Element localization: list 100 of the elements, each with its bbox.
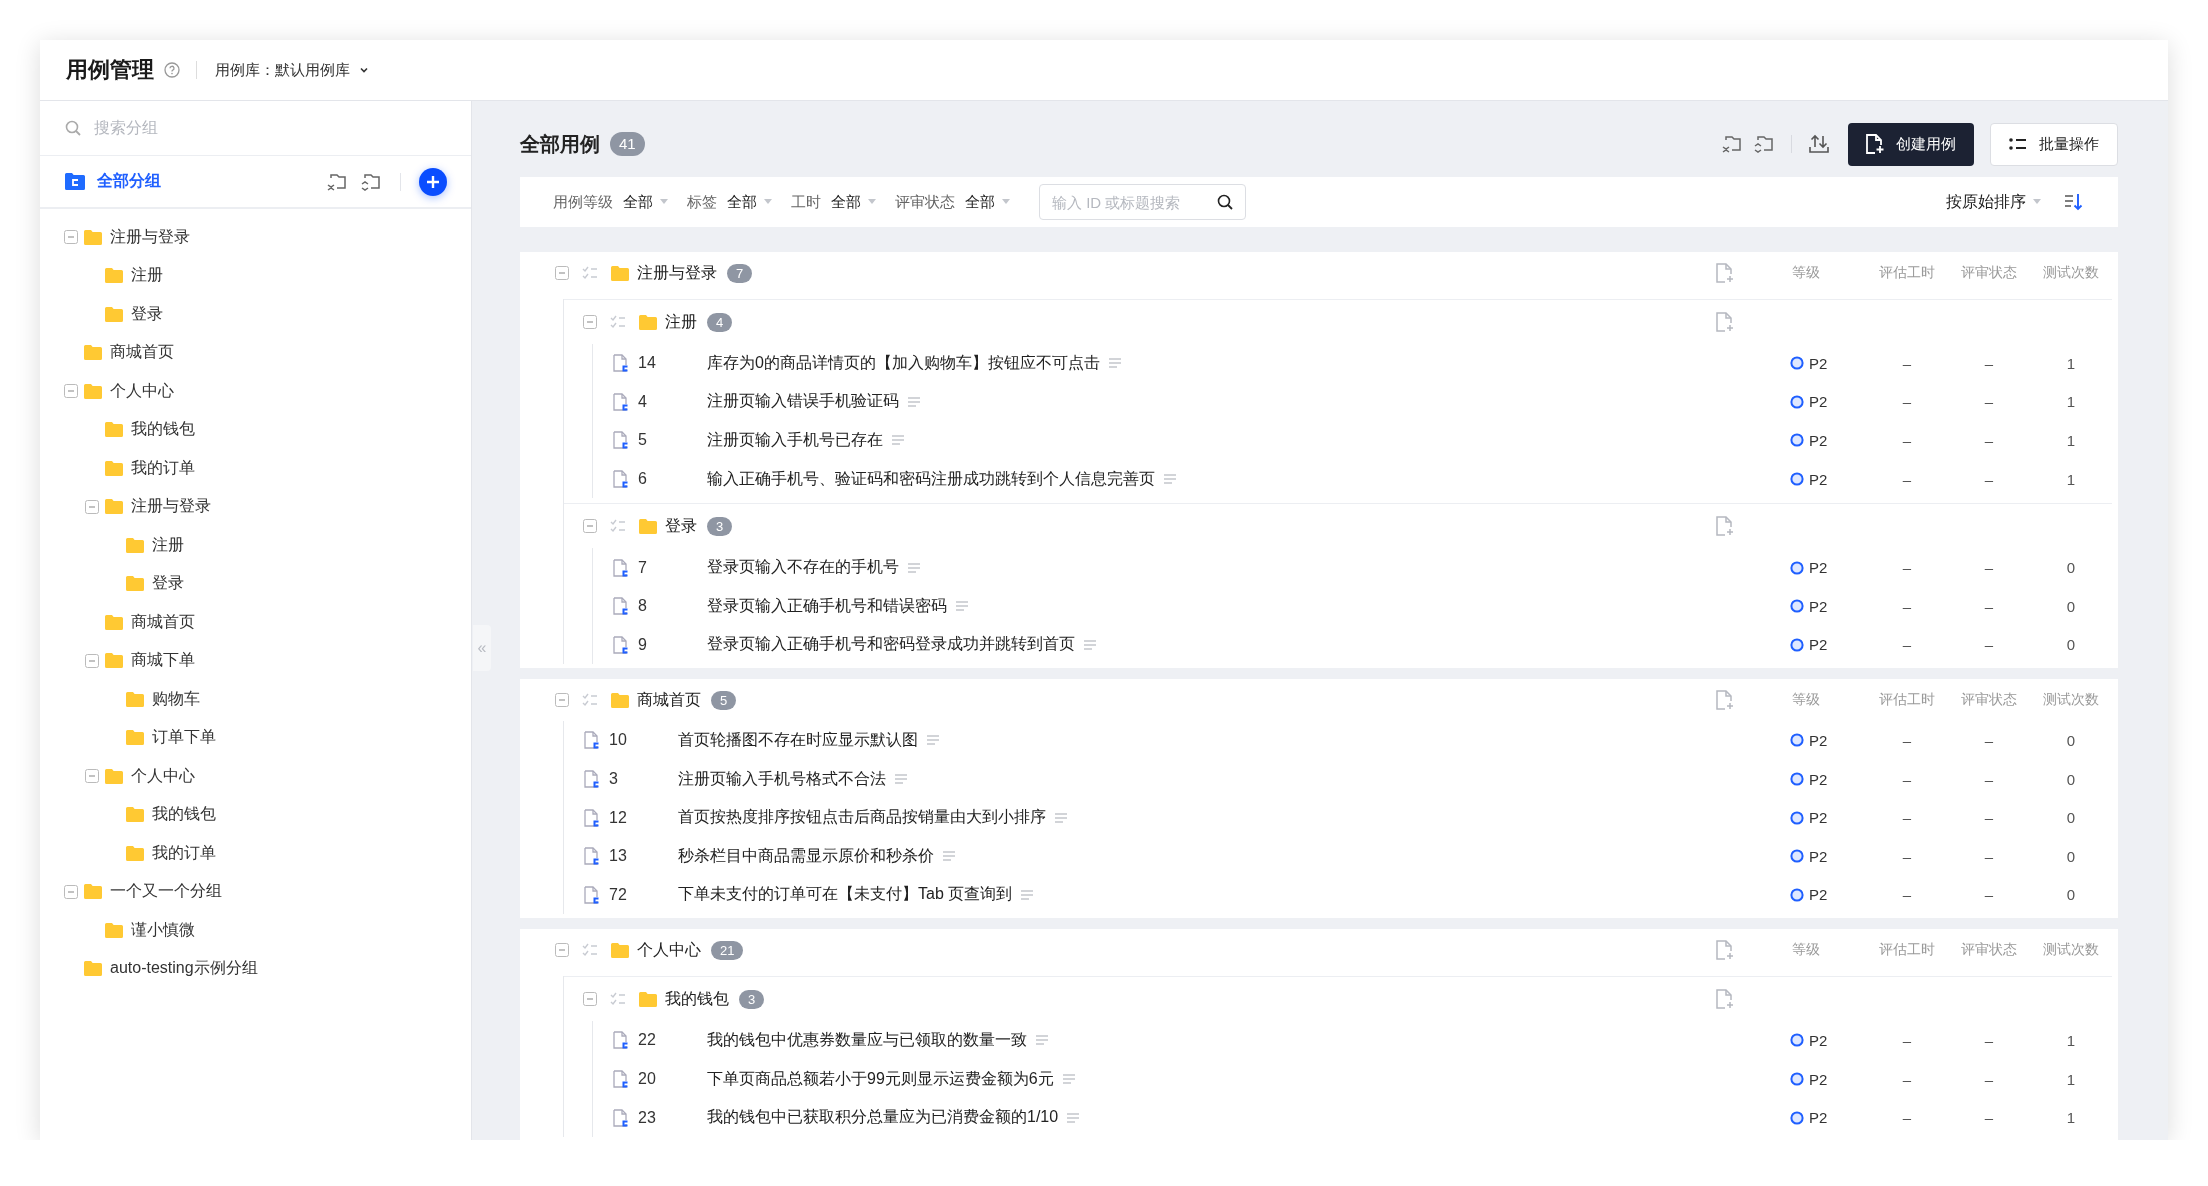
all-groups-item[interactable]: 全部分组 [97, 171, 314, 192]
collapse-toggle[interactable] [583, 519, 597, 534]
case-id: 14 [638, 354, 657, 373]
checklist-icon[interactable] [582, 693, 598, 708]
tree-item[interactable]: 我的订单 [152, 842, 216, 864]
case-title[interactable]: 秒杀栏目中商品需显示原价和秒杀价 [678, 845, 934, 867]
collapse-toggle[interactable] [85, 499, 99, 514]
checklist-icon[interactable] [582, 943, 598, 958]
tree-item[interactable]: 商城首页 [131, 611, 195, 633]
collapse-toggle[interactable] [85, 769, 99, 784]
case-id: 3 [609, 770, 619, 789]
group-name: 注册与登录 [637, 262, 717, 283]
filter-label: 评审状态 [895, 192, 955, 212]
search-field[interactable]: 搜索分组 [92, 118, 396, 138]
column-header: 等级 [1791, 264, 1821, 282]
create-case-button[interactable]: 创建用例 [1848, 122, 1974, 166]
tree-item[interactable]: 个人中心 [110, 380, 174, 402]
case-title[interactable]: 登录页输入正确手机号和错误密码 [707, 595, 947, 617]
folder-icon [611, 942, 629, 958]
case-title[interactable]: 输入正确手机号、验证码和密码注册成功跳转到个人信息完善页 [707, 468, 1155, 490]
checklist-icon[interactable] [610, 992, 626, 1007]
review-status: – [1983, 393, 1995, 411]
expand-all-icon[interactable] [1753, 134, 1775, 154]
tree-item[interactable]: 我的钱包 [152, 804, 216, 826]
tree-item[interactable]: 我的钱包 [131, 419, 195, 441]
column-header: 评审状态 [1960, 691, 2018, 710]
case-title[interactable]: 登录页输入不存在的手机号 [707, 557, 899, 579]
checklist-icon[interactable] [610, 315, 626, 329]
filter-dropdown[interactable]: 全部 [623, 192, 669, 212]
filter-dropdown[interactable]: 全部 [831, 192, 877, 212]
search-field[interactable]: 输入 ID 或标题搜索 [1039, 184, 1246, 220]
add-group-button[interactable] [419, 167, 447, 196]
test-count: 1 [2065, 1109, 2077, 1127]
collapse-toggle[interactable] [64, 384, 78, 399]
add-case-icon[interactable] [1716, 989, 1734, 1010]
tree-item[interactable]: 订单下单 [152, 727, 216, 749]
case-title[interactable]: 注册页输入手机号格式不合法 [678, 768, 886, 790]
collapse-toggle[interactable] [583, 315, 597, 329]
tree-item[interactable]: 购物车 [152, 688, 200, 710]
add-case-icon[interactable] [1716, 312, 1734, 332]
collapse-toggle[interactable] [555, 693, 569, 708]
search-icon[interactable] [1216, 193, 1234, 211]
tree-item[interactable]: 注册与登录 [131, 496, 211, 518]
caret-icon [867, 199, 877, 205]
sort-dropdown[interactable]: 按原始排序 [1946, 191, 2042, 213]
batch-operation-button[interactable]: 批量操作 [1990, 122, 2118, 166]
sort-order-icon[interactable] [2064, 193, 2084, 211]
collapse-toggle[interactable] [555, 943, 569, 958]
tree-item[interactable]: 注册 [131, 265, 163, 287]
case-title[interactable]: 我的钱包中优惠券数量应与已领取的数量一致 [707, 1029, 1027, 1051]
priority-icon [1790, 849, 1804, 864]
collapse-toggle[interactable] [64, 884, 78, 899]
notes-icon [955, 601, 969, 612]
tree-item[interactable]: 一个又一个分组 [110, 881, 222, 903]
case-title[interactable]: 注册页输入错误手机验证码 [707, 391, 899, 413]
collapse-all-icon[interactable] [326, 171, 348, 192]
folder-icon [126, 730, 144, 746]
tree-item[interactable]: 登录 [152, 573, 184, 595]
help-icon[interactable] [164, 62, 180, 78]
count-badge: 21 [711, 940, 744, 960]
collapse-toggle[interactable] [85, 653, 99, 668]
notes-icon [1035, 1035, 1049, 1046]
case-title[interactable]: 首页按热度排序按钮点击后商品按销量由大到小排序 [678, 807, 1046, 829]
tree-item[interactable]: 个人中心 [131, 765, 195, 787]
collapse-toggle[interactable] [64, 230, 78, 245]
add-case-icon[interactable] [1716, 940, 1734, 961]
case-file-icon [613, 431, 628, 450]
add-case-icon[interactable] [1716, 516, 1734, 537]
import-export-icon[interactable] [1808, 134, 1830, 154]
case-title[interactable]: 我的钱包中已获取积分总量应为已消费金额的1/10 [707, 1107, 1059, 1129]
tree-item[interactable]: 商城下单 [131, 650, 195, 672]
collapse-toggle[interactable] [583, 992, 597, 1007]
priority-icon [1790, 1033, 1804, 1048]
case-title[interactable]: 登录页输入正确手机号和密码登录成功并跳转到首页 [707, 634, 1075, 656]
tree-item[interactable]: 商城首页 [110, 342, 174, 364]
collapse-all-icon[interactable] [1721, 134, 1743, 154]
tree-item[interactable]: 注册 [152, 534, 184, 556]
case-title[interactable]: 下单页商品总额若小于99元则显示运费金额为6元 [707, 1068, 1054, 1090]
case-title[interactable]: 首页轮播图不存在时应显示默认图 [678, 729, 918, 751]
filter-dropdown[interactable]: 全部 [727, 192, 773, 212]
expand-all-icon[interactable] [360, 171, 382, 192]
collapse-toggle[interactable] [555, 266, 569, 280]
tree-item[interactable]: 谨小慎微 [131, 919, 195, 941]
case-title[interactable]: 注册页输入手机号已存在 [707, 430, 883, 451]
page-heading: 全部用例 [520, 131, 600, 157]
tree-item[interactable]: 登录 [131, 303, 163, 325]
filter-dropdown[interactable]: 全部 [965, 192, 1011, 212]
tree-item[interactable]: 注册与登录 [110, 226, 190, 248]
add-case-icon[interactable] [1716, 690, 1734, 711]
review-status: – [1983, 731, 1995, 749]
case-title[interactable]: 库存为0的商品详情页的【加入购物车】按钮应不可点击 [707, 352, 1100, 374]
checklist-icon[interactable] [610, 519, 626, 534]
checklist-icon[interactable] [582, 266, 598, 280]
case-title[interactable]: 下单未支付的订单可在【未支付】Tab 页查询到 [678, 884, 1013, 906]
add-case-icon[interactable] [1716, 263, 1734, 283]
notes-icon [926, 735, 940, 746]
tree-item[interactable]: auto-testing示例分组 [110, 958, 258, 980]
tree-item[interactable]: 我的订单 [131, 457, 195, 479]
library-selector[interactable]: 用例库：默认用例库 [215, 60, 370, 80]
case-file-icon [584, 847, 599, 866]
